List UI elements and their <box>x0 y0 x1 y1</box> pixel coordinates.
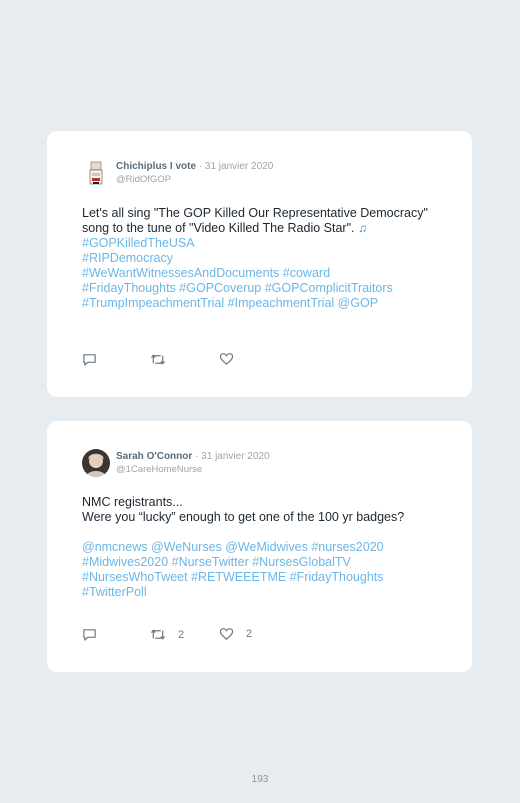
retweet-count: 2 <box>178 628 185 641</box>
author-handle[interactable]: @1CareHomeNurse <box>116 464 202 475</box>
hashtag-line[interactable]: #WeWantWitnessesAndDocuments #coward <box>82 266 330 280</box>
hashtag-line[interactable]: #NursesWhoTweet #RETWEEETME #FridayThoug… <box>82 570 384 584</box>
hashtag-line[interactable]: #TrumpImpeachmentTrial #ImpeachmentTrial… <box>82 296 378 310</box>
hashtag-line[interactable]: #GOPKilledTheUSA <box>82 236 195 250</box>
tweet-text: Let's all sing "The GOP Killed Our Repre… <box>82 206 432 311</box>
retweet-icon <box>150 354 166 365</box>
avatar[interactable] <box>82 159 110 187</box>
like-button[interactable] <box>219 352 234 366</box>
tweet-actions: 2 2 <box>82 627 382 643</box>
hashtag-line[interactable]: #FridayThoughts #GOPCoverup #GOPComplici… <box>82 281 393 295</box>
tweet-body-line: Were you “lucky” enough to get one of th… <box>82 510 405 524</box>
tweet-date[interactable]: · 31 janvier 2020 <box>199 161 274 172</box>
hashtag-line[interactable]: #TwitterPoll <box>82 585 147 599</box>
tweet-card: Sarah O'Connor · 31 janvier 2020 @1CareH… <box>47 421 472 672</box>
reply-button[interactable] <box>82 627 97 642</box>
author-handle[interactable]: @RidOfGOP <box>116 174 171 185</box>
avatar-image <box>82 449 110 477</box>
tweet-body: Let's all sing "The GOP Killed Our Repre… <box>82 206 428 235</box>
avatar[interactable] <box>82 449 110 477</box>
tweet-body-line: NMC registrants... <box>82 495 183 509</box>
tweet-text: NMC registrants... Were you “lucky” enou… <box>82 495 432 600</box>
author-name[interactable]: Sarah O'Connor <box>116 451 192 462</box>
reply-button[interactable] <box>82 352 97 367</box>
retweet-button[interactable] <box>150 352 166 367</box>
retweet-icon <box>150 629 166 640</box>
page-number: 193 <box>251 774 269 785</box>
avatar-image <box>82 159 110 187</box>
heart-icon <box>219 628 234 640</box>
tweet-card: Chichiplus I vote · 31 janvier 2020 @Rid… <box>47 131 472 397</box>
like-button[interactable]: 2 <box>219 627 252 641</box>
reply-icon <box>83 354 96 366</box>
hashtag-line[interactable]: @nmcnews @WeNurses @WeMidwives #nurses20… <box>82 540 384 554</box>
hashtag-line[interactable]: #Midwives2020 #NurseTwitter #NursesGloba… <box>82 555 351 569</box>
music-notes-icon: ♫ <box>357 221 367 235</box>
author-name[interactable]: Chichiplus I vote <box>116 161 196 172</box>
like-count: 2 <box>246 628 253 640</box>
reply-icon <box>83 629 96 641</box>
tweet-date[interactable]: · 31 janvier 2020 <box>195 451 270 462</box>
retweet-button[interactable]: 2 <box>150 627 184 642</box>
heart-icon <box>219 353 234 365</box>
tweet-actions <box>82 352 382 368</box>
hashtag-line[interactable]: #RIPDemocracy <box>82 251 173 265</box>
